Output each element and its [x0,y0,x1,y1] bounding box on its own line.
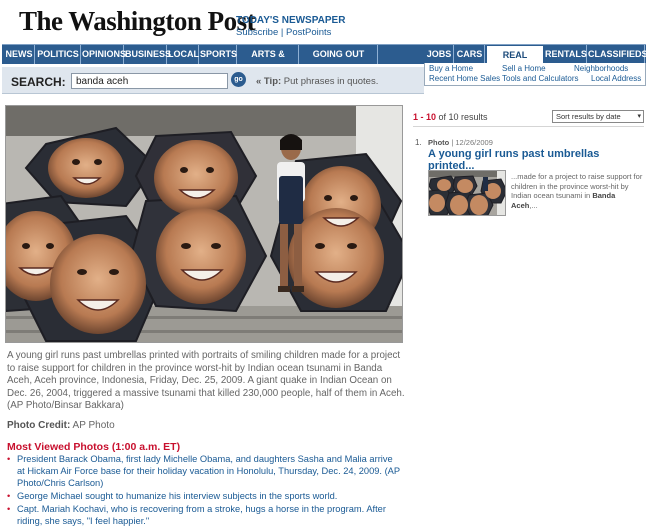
bullet-icon: • [7,454,11,464]
result-date: | 12/26/2009 [449,138,493,147]
results-divider [413,126,644,127]
most-viewed-item[interactable]: • George Michael sought to humanize his i… [7,490,402,502]
search-tip: « Tip: Put phrases in quotes. [256,76,378,87]
sort-select-value: Sort results by date [556,112,621,121]
results-total: of 10 results [436,112,488,122]
result-snippet-end: ,... [529,200,538,210]
nav-sports[interactable]: SPORTS [200,45,237,64]
nav-business[interactable]: BUSINESS [125,45,171,64]
header-link-separator: | [278,27,286,38]
subnav-neighborhoods[interactable]: Neighborhoods [574,64,628,73]
photo-caption: A young girl runs past umbrellas printed… [7,350,405,411]
nav-jobs[interactable]: JOBS [425,45,454,64]
sort-select[interactable]: Sort results by date ▾ [552,110,644,123]
subnav-buy-home[interactable]: Buy a Home [429,64,473,73]
nav-arts-living[interactable]: ARTS & LIVING [238,45,299,78]
main-photo[interactable] [5,105,403,343]
most-viewed-item-text[interactable]: Capt. Mariah Kochavi, who is recovering … [17,504,386,526]
tip-text: Put phrases in quotes. [281,76,379,87]
most-viewed-item-text[interactable]: President Barack Obama, first lady Miche… [17,454,400,488]
bullet-icon: • [7,504,11,514]
most-viewed-item[interactable]: • President Barack Obama, first lady Mich… [7,453,402,489]
result-snippet: ...made for a project to raise support f… [511,172,643,210]
most-viewed-list: • President Barack Obama, first lady Mich… [7,453,402,528]
result-type: Photo [428,138,450,147]
photo-credit-label: Photo Credit: [7,420,71,431]
nav-real-estate[interactable]: REAL ESTATE [486,45,544,79]
go-button[interactable]: go [231,72,246,87]
nav-going-out-guide[interactable]: GOING OUT GUIDE [300,45,378,78]
nav-news[interactable]: NEWS [4,45,35,64]
search-label: SEARCH: [11,75,66,89]
most-viewed-item-text[interactable]: George Michael sought to humanize his in… [17,491,337,501]
result-number: 1. [415,138,422,147]
photo-credit-value: AP Photo [70,420,115,431]
nav-rentals[interactable]: RENTALS [545,45,587,64]
main-nav: NEWS POLITICS OPINIONS BUSINESS LOCAL SP… [2,44,648,79]
nav-classifieds[interactable]: CLASSIFIEDS [588,45,648,64]
main-photo-image [6,106,402,342]
nav-local[interactable]: LOCAL [168,45,199,64]
washington-post-logo[interactable]: The Washington Post [19,6,256,37]
tip-marker: « Tip: [256,76,282,87]
subscribe-link[interactable]: Subscribe [236,27,278,38]
result-thumbnail[interactable] [428,170,506,216]
result-title-link[interactable]: A young girl runs past umbrellas printed… [428,148,638,172]
postpoints-link[interactable]: PostPoints [286,27,331,38]
search-bar: SEARCH: go « Tip: Put phrases in quotes. [2,67,424,94]
nav-opinions[interactable]: OPINIONS [82,45,126,64]
photo-credit: Photo Credit: AP Photo [7,420,115,431]
subnav-tools[interactable]: Tools and Calculators [502,74,578,83]
result-snippet-start: ...made for a project to raise support f… [511,172,643,200]
subnav-recent-sales[interactable]: Recent Home Sales [429,74,500,83]
subnav-local-address[interactable]: Local Address [591,74,641,83]
site-header: The Washington Post TODAY'S NEWSPAPER Su… [0,0,648,44]
chevron-down-icon: ▾ [637,113,641,120]
most-viewed-title: Most Viewed Photos (1:00 a.m. ET) [7,441,181,453]
result-thumbnail-image [429,171,505,215]
results-count: 1 - 10 of 10 results [413,112,488,122]
nav-politics[interactable]: POLITICS [36,45,81,64]
most-viewed-item[interactable]: • Capt. Mariah Kochavi, who is recovering… [7,503,402,527]
result-meta: Photo | 12/26/2009 [428,138,493,147]
results-range: 1 - 10 [413,112,437,122]
search-input[interactable] [71,73,228,89]
subnav-sell-home[interactable]: Sell a Home [502,64,546,73]
todays-newspaper-link[interactable]: TODAY'S NEWSPAPER [236,15,345,26]
bullet-icon: • [7,491,11,501]
nav-cars[interactable]: CARS [455,45,485,64]
real-estate-subnav: Buy a Home Recent Home Sales Sell a Home… [424,63,646,86]
header-links: Subscribe | PostPoints [236,27,331,38]
